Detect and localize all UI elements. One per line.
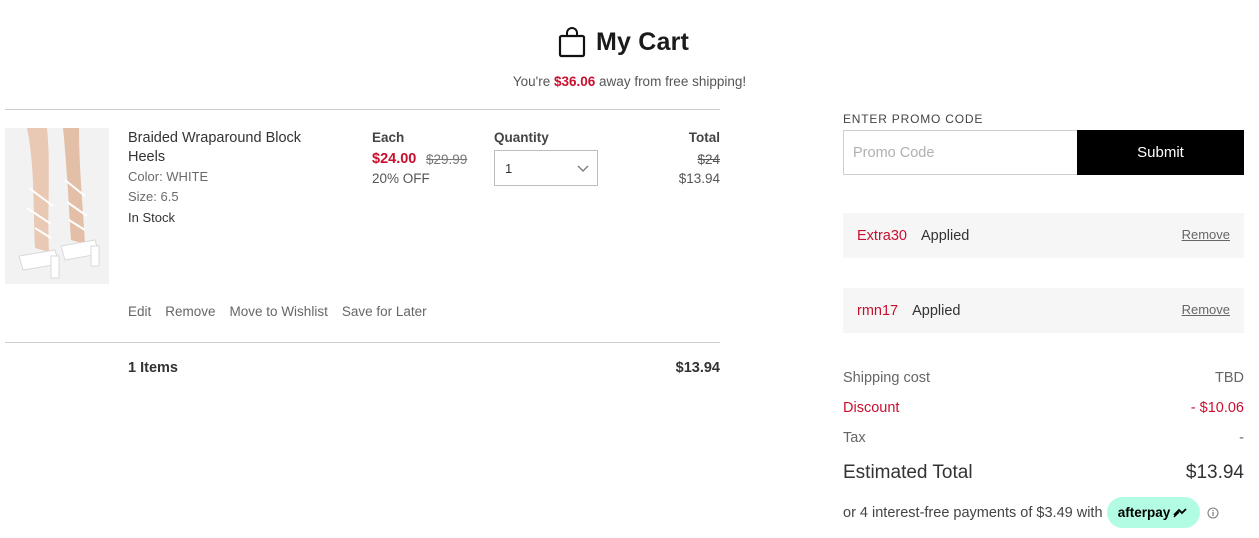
page-title: My Cart <box>595 27 690 56</box>
promo-code-input[interactable] <box>843 130 1077 175</box>
promo-submit-button[interactable]: Submit <box>1077 130 1244 175</box>
column-header-total: Total <box>688 130 720 145</box>
product-photo-illustration <box>5 128 109 284</box>
coupon-status: Applied <box>920 227 970 244</box>
promo-code-label: ENTER PROMO CODE <box>843 112 984 126</box>
item-discount-percent: 20% OFF <box>372 171 430 186</box>
product-image[interactable] <box>5 128 109 284</box>
shipping-cost-label: Shipping cost <box>843 370 931 386</box>
coupon-status: Applied <box>912 302 961 319</box>
remove-coupon-button[interactable]: Remove <box>1182 302 1230 317</box>
estimated-total-label: Estimated Total <box>843 462 973 483</box>
quantity-value: 1 <box>505 160 513 176</box>
free-shipping-prefix: You're <box>512 74 554 89</box>
applied-coupon: rmn17 Applied Remove <box>843 288 1244 333</box>
coupon-code: rmn17 <box>857 302 899 319</box>
remove-coupon-button[interactable]: Remove <box>1182 227 1230 242</box>
shipping-cost-value: TBD <box>1215 370 1244 386</box>
free-shipping-suffix: away from free shipping! <box>595 74 747 89</box>
chevron-down-icon <box>577 165 589 172</box>
estimated-total-value: $13.94 <box>1185 462 1244 483</box>
item-info: Braided Wraparound Block Heels Color: WH… <box>128 129 338 228</box>
column-header-quantity: Quantity <box>494 130 549 145</box>
item-total-original: $24 <box>697 152 720 167</box>
item-total-final: $13.94 <box>678 171 720 186</box>
quantity-select[interactable]: 1 <box>494 150 598 186</box>
item-color: Color: WHITE <box>128 169 209 184</box>
tax-value: - <box>1239 430 1244 446</box>
move-to-wishlist-link[interactable]: Move to Wishlist <box>230 304 328 319</box>
free-shipping-amount: $36.06 <box>554 74 596 89</box>
discount-row: Discount - $10.06 <box>843 400 1244 416</box>
discount-label: Discount <box>843 400 900 416</box>
cart-header: My Cart <box>0 26 1259 58</box>
estimated-total-row: Estimated Total $13.94 <box>843 462 1244 484</box>
items-count: 1 Items <box>128 360 178 376</box>
applied-coupon: Extra30 Applied Remove <box>843 213 1244 258</box>
afterpay-message: or 4 interest-free payments of $3.49 wit… <box>843 497 1219 528</box>
tax-row: Tax - <box>843 430 1244 446</box>
item-actions: Edit Remove Move to Wishlist Save for La… <box>128 304 427 319</box>
items-subtotal: $13.94 <box>675 360 720 376</box>
shipping-cost-row: Shipping cost TBD <box>843 370 1244 386</box>
save-for-later-link[interactable]: Save for Later <box>342 304 427 319</box>
cart-page: My Cart You're $36.06 away from free shi… <box>0 0 1259 538</box>
edit-item-link[interactable]: Edit <box>128 304 151 319</box>
item-original-price: $29.99 <box>426 152 468 167</box>
item-sale-price: $24.00 <box>372 151 417 167</box>
free-shipping-message: You're $36.06 away from free shipping! <box>0 74 1259 89</box>
shopping-bag-icon <box>558 27 586 58</box>
cart-header-inner: My Cart <box>558 26 689 58</box>
item-name[interactable]: Braided Wraparound Block Heels <box>128 129 338 167</box>
cart-bottom-divider <box>5 342 720 343</box>
afterpay-text: or 4 interest-free payments of $3.49 wit… <box>843 504 1103 521</box>
item-stock-status: In Stock <box>128 210 175 225</box>
item-size: Size: 6.5 <box>128 189 179 204</box>
info-icon[interactable] <box>1207 507 1219 519</box>
column-header-each: Each <box>372 130 405 145</box>
remove-item-link[interactable]: Remove <box>165 304 215 319</box>
discount-value: - $10.06 <box>1190 400 1244 416</box>
afterpay-logo-text: afterpay <box>1117 505 1171 520</box>
cart-top-divider <box>5 109 720 110</box>
coupon-code: Extra30 <box>857 227 907 244</box>
tax-label: Tax <box>843 430 866 446</box>
afterpay-arrows-icon <box>1173 507 1187 517</box>
afterpay-badge[interactable]: afterpay <box>1106 497 1200 528</box>
